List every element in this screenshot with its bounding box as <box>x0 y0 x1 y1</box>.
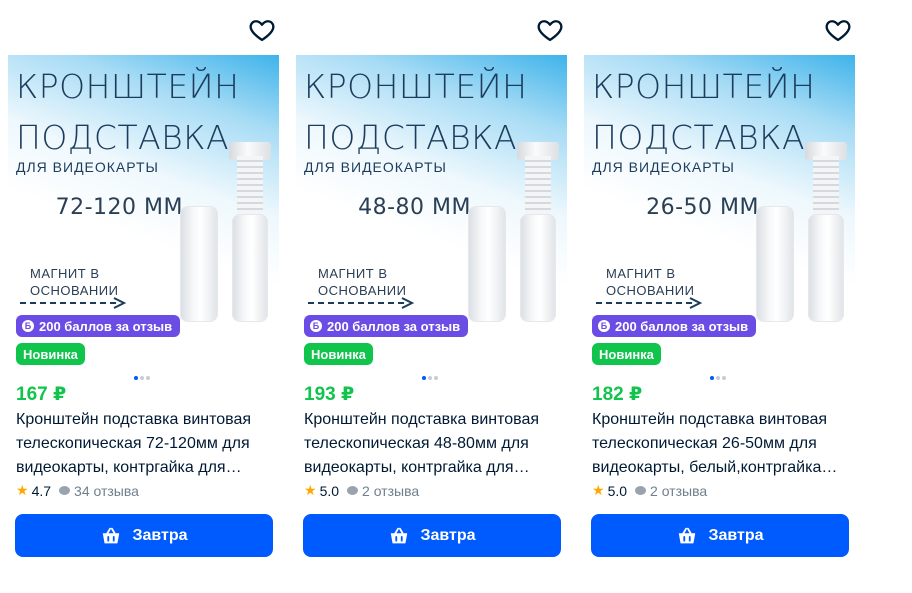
image-magnet-note: МАГНИТ В ОСНОВАНИИ <box>606 266 695 298</box>
image-size-label: 48-80 ММ <box>358 195 471 220</box>
cylinder-short <box>468 206 506 322</box>
product-card[interactable]: КРОНШТЕЙН ПОДСТАВКА ДЛЯ ВИДЕОКАРТЫ 72-120… <box>8 0 280 593</box>
image-magnet-note: МАГНИТ В ОСНОВАНИИ <box>30 266 119 298</box>
image-pager-dots[interactable] <box>710 376 726 380</box>
image-pager-dots[interactable] <box>134 376 150 380</box>
basket-icon <box>103 527 120 543</box>
product-title[interactable]: Кронштейн подставка винтовая телескопиче… <box>304 408 566 480</box>
image-headline: КРОНШТЕЙН ПОДСТАВКА <box>304 67 528 157</box>
star-icon: ★ <box>304 482 317 498</box>
star-icon: ★ <box>16 482 29 498</box>
new-badge: Новинка <box>16 343 85 365</box>
comment-icon <box>59 486 71 495</box>
arrow-icon <box>308 297 415 309</box>
image-subline: ДЛЯ ВИДЕОКАРТЫ <box>16 159 159 175</box>
rating-value: 4.7 <box>31 482 52 499</box>
add-to-cart-button[interactable]: Завтра <box>303 514 561 557</box>
product-title[interactable]: Кронштейн подставка винтовая телескопиче… <box>592 408 854 480</box>
rating-row: ★ 4.7 34 отзыва <box>16 482 139 499</box>
rating-row: ★ 5.0 2 отзыва <box>592 482 707 499</box>
image-headline: КРОНШТЕЙН ПОДСТАВКА <box>16 67 240 157</box>
rating-row: ★ 5.0 2 отзыва <box>304 482 419 499</box>
points-icon: Б <box>310 320 322 332</box>
screw-thread <box>813 156 839 214</box>
basket-icon <box>679 527 696 543</box>
cylinder-tall <box>808 214 844 322</box>
points-badge: Б 200 баллов за отзыв <box>304 315 469 337</box>
favorite-heart-icon[interactable] <box>824 16 852 44</box>
favorite-heart-icon[interactable] <box>248 16 276 44</box>
cart-label: Завтра <box>420 526 476 544</box>
reviews-count[interactable]: 2 отзыва <box>362 483 419 499</box>
reviews-count[interactable]: 34 отзыва <box>74 483 139 499</box>
image-headline: КРОНШТЕЙН ПОДСТАВКА <box>592 67 816 157</box>
add-to-cart-button[interactable]: Завтра <box>15 514 273 557</box>
cart-label: Завтра <box>708 526 764 544</box>
new-badge: Новинка <box>304 343 373 365</box>
cart-label: Завтра <box>132 526 188 544</box>
arrow-icon <box>20 297 127 309</box>
rating-value: 5.0 <box>319 482 340 499</box>
cylinder-short <box>180 206 218 322</box>
points-icon: Б <box>598 320 610 332</box>
image-subline: ДЛЯ ВИДЕОКАРТЫ <box>592 159 735 175</box>
cylinder-tall <box>520 214 556 322</box>
add-to-cart-button[interactable]: Завтра <box>591 514 849 557</box>
image-subline: ДЛЯ ВИДЕОКАРТЫ <box>304 159 447 175</box>
image-pager-dots[interactable] <box>422 376 438 380</box>
price: 182 ₽ <box>592 384 643 405</box>
image-magnet-note: МАГНИТ В ОСНОВАНИИ <box>318 266 407 298</box>
price: 193 ₽ <box>304 384 355 405</box>
cylinder-tall <box>232 214 268 322</box>
arrow-icon <box>596 297 703 309</box>
comment-icon <box>635 486 647 495</box>
points-badge: Б 200 баллов за отзыв <box>592 315 757 337</box>
product-image[interactable]: КРОНШТЕЙН ПОДСТАВКА ДЛЯ ВИДЕОКАРТЫ 26-50 … <box>584 55 855 346</box>
star-icon: ★ <box>592 482 605 498</box>
basket-icon <box>391 527 408 543</box>
screw-thread <box>525 156 551 214</box>
reviews-count[interactable]: 2 отзыва <box>650 483 707 499</box>
favorite-heart-icon[interactable] <box>536 16 564 44</box>
image-size-label: 72-120 ММ <box>55 195 183 220</box>
points-icon: Б <box>22 320 34 332</box>
product-card[interactable]: КРОНШТЕЙН ПОДСТАВКА ДЛЯ ВИДЕОКАРТЫ 48-80 … <box>296 0 568 593</box>
cylinder-short <box>756 206 794 322</box>
product-title[interactable]: Кронштейн подставка винтовая телескопиче… <box>16 408 278 480</box>
points-badge: Б 200 баллов за отзыв <box>16 315 181 337</box>
image-size-label: 26-50 ММ <box>646 195 759 220</box>
price: 167 ₽ <box>16 384 67 405</box>
comment-icon <box>347 486 359 495</box>
new-badge: Новинка <box>592 343 661 365</box>
product-image[interactable]: КРОНШТЕЙН ПОДСТАВКА ДЛЯ ВИДЕОКАРТЫ 48-80 … <box>296 55 567 346</box>
product-card[interactable]: КРОНШТЕЙН ПОДСТАВКА ДЛЯ ВИДЕОКАРТЫ 26-50 … <box>584 0 856 593</box>
screw-thread <box>237 156 263 214</box>
product-image[interactable]: КРОНШТЕЙН ПОДСТАВКА ДЛЯ ВИДЕОКАРТЫ 72-120… <box>8 55 279 346</box>
rating-value: 5.0 <box>607 482 628 499</box>
